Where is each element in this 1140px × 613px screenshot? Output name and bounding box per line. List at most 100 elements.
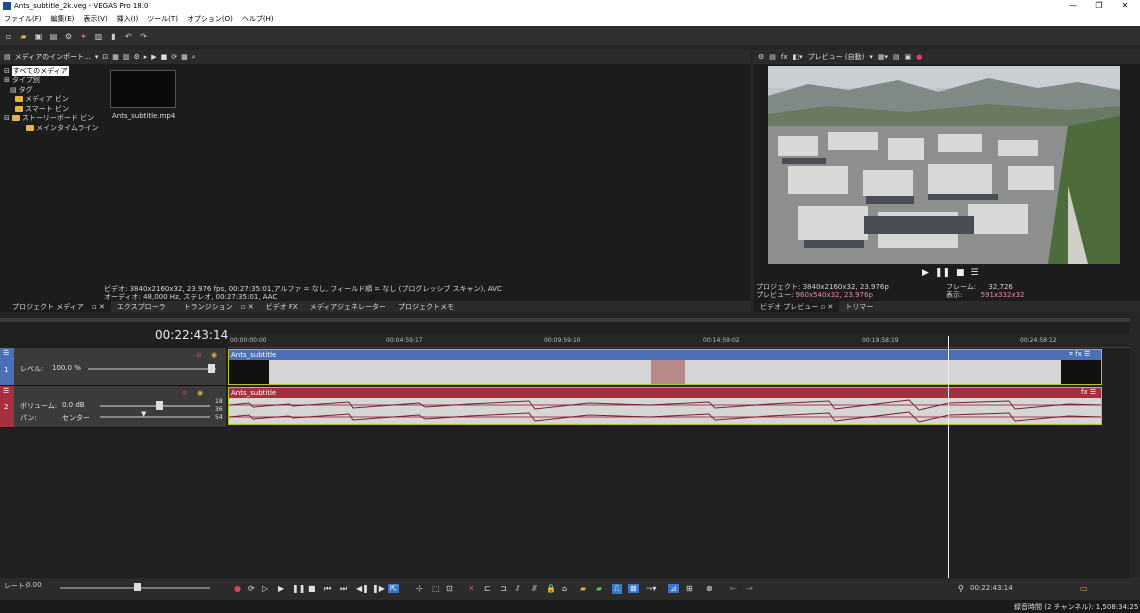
- rate-slider-thumb[interactable]: [134, 583, 141, 591]
- menu-tools[interactable]: ツール(T): [147, 14, 178, 24]
- stop-icon[interactable]: ■: [161, 53, 168, 61]
- splitter[interactable]: [0, 318, 1140, 322]
- import-media-icon[interactable]: ▤: [4, 53, 11, 61]
- tree-item-smart-bins[interactable]: スマート ビン: [4, 104, 102, 114]
- vertical-scrollbar[interactable]: [1130, 318, 1140, 583]
- post-edit-ripple-icon[interactable]: ⊗: [706, 584, 713, 593]
- solo-icon[interactable]: ◉: [211, 351, 217, 359]
- tab-media-generators[interactable]: メディアジェネレーター: [304, 301, 392, 312]
- tab-project-notes[interactable]: プロジェクトメモ: [392, 301, 460, 312]
- trim-icon[interactable]: ⊏: [484, 584, 491, 593]
- tree-item-media-bins[interactable]: メディア ビン: [4, 95, 102, 105]
- normal-edit-tool-icon[interactable]: ⇱: [388, 584, 399, 593]
- menu-options[interactable]: オプション(O): [187, 14, 233, 24]
- cut-icon[interactable]: ▥: [94, 32, 103, 41]
- region-icon[interactable]: ▰: [596, 584, 602, 593]
- play-from-start-icon[interactable]: ▷: [262, 584, 268, 593]
- volume-slider-thumb[interactable]: [156, 401, 163, 410]
- tab-video-preview[interactable]: ビデオ プレビュー ▫ ✕: [754, 301, 840, 312]
- delete-icon[interactable]: ✕: [468, 584, 475, 593]
- dropdown-arrow-icon[interactable]: ▾: [95, 53, 99, 61]
- auto-preview-icon[interactable]: ▸: [144, 53, 148, 61]
- split-trim-icon[interactable]: ⫻: [532, 584, 537, 594]
- tab-project-media[interactable]: プロジェクト メディア ▫ ✕: [0, 301, 111, 312]
- menu-view[interactable]: 表示(V): [83, 14, 107, 24]
- tree-item-by-type[interactable]: ⊞ タイプ別: [4, 76, 102, 86]
- menu-help[interactable]: ヘルプ(H): [242, 14, 274, 24]
- audio-event[interactable]: Ants_subtitle fx ☰: [228, 387, 1102, 425]
- audio-track-header[interactable]: ☰ 2 ⊘ ◉ ボリューム: 0.0 dB パン: センター ▼ 18 36 54: [0, 386, 226, 428]
- save-as-icon[interactable]: ▤: [49, 32, 58, 41]
- go-to-start-icon[interactable]: ⏮: [324, 584, 331, 594]
- refresh-icon[interactable]: ⟳: [171, 53, 177, 61]
- close-button[interactable]: ✕: [1114, 0, 1136, 12]
- record-icon[interactable]: ●: [916, 53, 922, 61]
- redo-icon[interactable]: ↷: [139, 32, 148, 41]
- save-snapshot-icon[interactable]: ▣: [905, 53, 912, 61]
- next-frame-icon[interactable]: ❚▶: [372, 584, 385, 593]
- previous-marker-icon[interactable]: ⇤: [730, 584, 737, 593]
- undo-icon[interactable]: ↶: [124, 32, 133, 41]
- menu-insert[interactable]: 挿入(I): [117, 14, 139, 24]
- remove-media-icon[interactable]: ▥: [123, 53, 130, 61]
- video-event[interactable]: Ants_subtitle ⌗ fx ☰: [228, 349, 1102, 385]
- preview-device-icon[interactable]: ▤: [769, 53, 776, 61]
- minimize-button[interactable]: —: [1062, 0, 1084, 12]
- snapping-icon[interactable]: ⊠: [628, 584, 639, 593]
- trim-start-icon[interactable]: ⊐: [500, 584, 507, 593]
- dropdown-arrow-icon[interactable]: ▾: [869, 53, 873, 61]
- pan-slider[interactable]: [100, 416, 210, 418]
- preview-settings-icon[interactable]: ⚙: [758, 53, 764, 61]
- render-icon[interactable]: ✦: [79, 32, 88, 41]
- search-icon[interactable]: ⌕: [192, 53, 196, 62]
- delete-icon[interactable]: ▮: [109, 32, 118, 41]
- mute-icon[interactable]: ⊘: [182, 389, 188, 397]
- event-fx-icon[interactable]: ⌗ fx ☰: [1069, 350, 1090, 359]
- tab-trimmer[interactable]: トリマー: [839, 301, 879, 312]
- lock-envelopes-icon[interactable]: ⌂: [562, 584, 567, 593]
- auto-crossfade-icon[interactable]: ⊿: [668, 584, 679, 593]
- stop-icon[interactable]: ■: [956, 268, 965, 278]
- go-to-end-icon[interactable]: ⏭: [340, 584, 347, 594]
- track-menu-icon[interactable]: ☰: [3, 349, 9, 357]
- preview-quality-dropdown[interactable]: プレビュー (自動): [808, 52, 865, 62]
- get-media-icon[interactable]: ▦: [112, 53, 119, 61]
- capture-icon[interactable]: ⊡: [102, 53, 108, 61]
- video-fx-icon[interactable]: fx: [781, 53, 788, 61]
- new-project-icon[interactable]: ▫: [4, 32, 13, 41]
- tree-item-all-media[interactable]: ⊟ すべてのメディア: [4, 65, 102, 76]
- split-screen-icon[interactable]: ◧▾: [793, 53, 803, 61]
- play-icon[interactable]: ▶: [922, 268, 929, 278]
- marker-icon[interactable]: ▰: [580, 584, 586, 593]
- views-icon[interactable]: ▦: [181, 53, 188, 61]
- properties-gear-icon[interactable]: ⚙: [64, 32, 73, 41]
- level-slider[interactable]: [88, 368, 216, 370]
- next-marker-icon[interactable]: ⇥: [746, 584, 753, 593]
- mute-icon[interactable]: ⊘: [196, 351, 202, 359]
- menu-edit[interactable]: 編集(E): [51, 14, 75, 24]
- envelope-tool-icon[interactable]: ⊹: [416, 584, 423, 593]
- play-icon[interactable]: ▶: [278, 584, 284, 593]
- media-fx-icon[interactable]: ⚙: [133, 53, 139, 61]
- open-folder-icon[interactable]: ▰: [19, 32, 28, 41]
- record-icon[interactable]: ●: [234, 584, 241, 593]
- split-icon[interactable]: ⫽: [516, 584, 520, 594]
- timeline-ruler[interactable]: 00:00:00:00 00:04:59:17 00:09:59:10 00:1…: [228, 334, 1130, 348]
- play-icon[interactable]: ▶: [151, 53, 156, 61]
- tab-explorer[interactable]: エクスプローラ: [111, 301, 172, 312]
- copy-snapshot-icon[interactable]: ▤: [893, 53, 900, 61]
- tab-video-fx[interactable]: ビデオ FX: [260, 301, 304, 312]
- save-icon[interactable]: ▣: [34, 32, 43, 41]
- crossfade-icon[interactable]: ⤳▾: [646, 584, 656, 594]
- ignore-grouping-icon[interactable]: ⊞: [686, 584, 693, 593]
- menu-file[interactable]: ファイル(F): [4, 14, 42, 24]
- playhead[interactable]: [948, 336, 949, 583]
- previous-frame-icon[interactable]: ◀❚: [356, 584, 369, 593]
- pan-slider-thumb[interactable]: ▼: [141, 410, 146, 418]
- pause-icon[interactable]: ❚❚: [935, 268, 950, 278]
- tree-item-tags[interactable]: ▤ タグ: [4, 85, 102, 95]
- selection-tool-icon[interactable]: ⬚: [432, 584, 440, 593]
- solo-icon[interactable]: ◉: [197, 389, 203, 397]
- maximize-button[interactable]: ❐: [1088, 0, 1110, 12]
- loop-icon[interactable]: ⟳: [248, 584, 255, 593]
